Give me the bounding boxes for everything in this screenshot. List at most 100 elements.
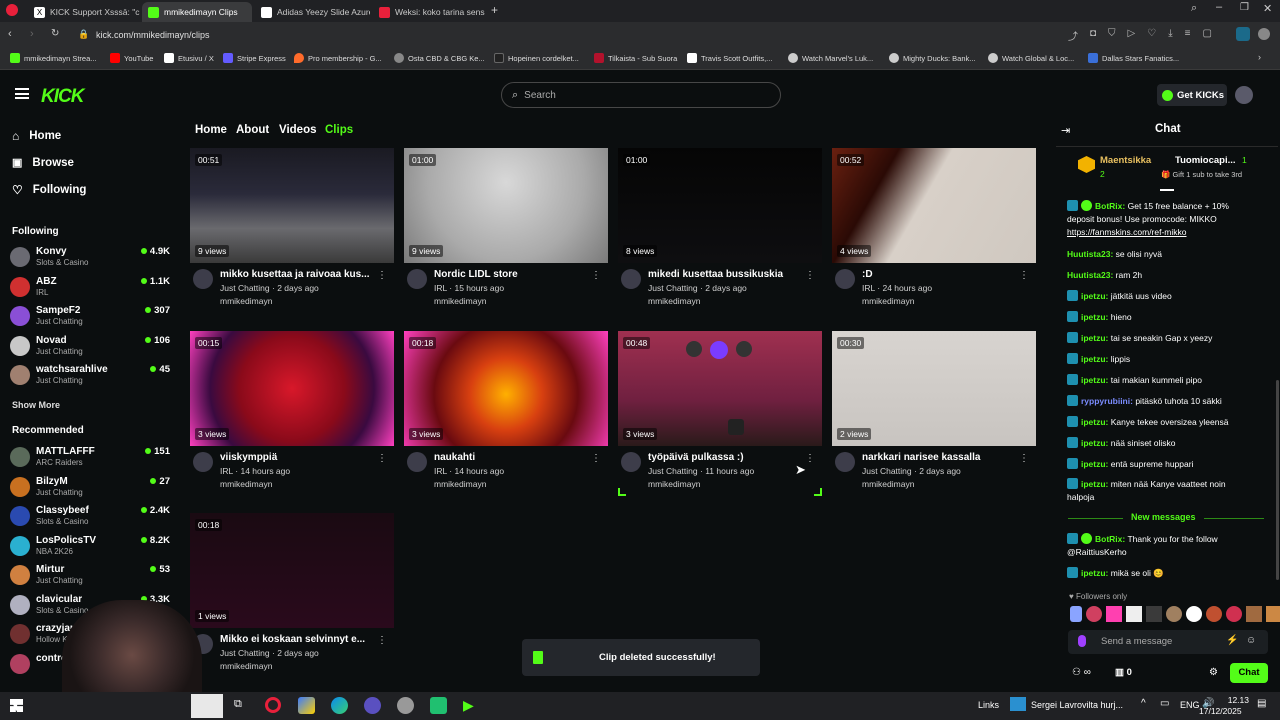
- channel-avatar[interactable]: [835, 452, 855, 472]
- emote-icon[interactable]: [1206, 606, 1222, 622]
- channel-avatar[interactable]: [621, 269, 641, 289]
- chat-settings-users-icon[interactable]: ⚇ ∞: [1072, 667, 1091, 678]
- bookmark[interactable]: Osta CBD & CBG Ke...: [394, 53, 485, 63]
- clip-card[interactable]: 00:18 3 views naukahti IRL · 14 hours ago mm…: [404, 331, 608, 497]
- kick-emote-icon[interactable]: ⚡: [1226, 635, 1238, 646]
- clip-channel[interactable]: mmikedimayn: [862, 296, 914, 306]
- channel-row[interactable]: MATTLAFFF ARC Raiders 151: [10, 443, 170, 469]
- channel-row[interactable]: Novad Just Chatting 106: [10, 332, 170, 358]
- tab-about[interactable]: About: [236, 124, 269, 136]
- links-toolbar[interactable]: Links: [978, 700, 999, 710]
- minimize-icon[interactable]: –: [1216, 1, 1222, 13]
- channel-avatar[interactable]: [407, 269, 427, 289]
- clip-thumbnail[interactable]: 00:18 3 views: [404, 331, 608, 446]
- notifications-icon[interactable]: ▤: [1257, 698, 1266, 709]
- chat-username[interactable]: ipetzu:: [1081, 354, 1108, 364]
- more-options-icon[interactable]: ⋮: [1019, 270, 1029, 281]
- play-icon[interactable]: ▷: [1128, 28, 1136, 43]
- channel-row[interactable]: BilzyM Just Chatting 27: [10, 473, 170, 499]
- clip-title[interactable]: mikedi kusettaa bussikuskia: [648, 269, 798, 280]
- bookmark[interactable]: Tilkaista - Sub Suora: [594, 53, 677, 63]
- clip-thumbnail[interactable]: 01:00 9 views: [404, 148, 608, 263]
- chat-username[interactable]: ipetzu:: [1081, 438, 1108, 448]
- bookmarks-more-icon[interactable]: ›: [1258, 52, 1261, 62]
- clip-channel[interactable]: mmikedimayn: [434, 479, 486, 489]
- chat-username[interactable]: ipetzu:: [1081, 291, 1108, 301]
- channel-row[interactable]: LosPolicsTV NBA 2K26 8.2K: [10, 532, 170, 558]
- channel-row[interactable]: Classybeef Slots & Casino 2.4K: [10, 502, 170, 528]
- nav-browse[interactable]: ▣ Browse: [12, 156, 74, 170]
- clip-card[interactable]: 00:51 9 views mikko kusettaa ja raivoaa ku…: [190, 148, 394, 314]
- clip-category[interactable]: Just Chatting: [648, 283, 698, 293]
- volume-icon[interactable]: [728, 419, 744, 435]
- chat-username[interactable]: ipetzu:: [1081, 479, 1108, 489]
- clip-channel[interactable]: mmikedimayn: [220, 661, 272, 671]
- clip-category[interactable]: Just Chatting: [220, 648, 270, 658]
- more-options-icon[interactable]: ⋮: [591, 270, 601, 281]
- search-box-icon[interactable]: [191, 694, 223, 718]
- edge-icon[interactable]: [331, 697, 348, 714]
- browser-tab-2[interactable]: mmikedimayn Clips: [142, 2, 252, 22]
- chat-input[interactable]: Send a message ⚡ ☺: [1068, 630, 1268, 654]
- new-tab-icon[interactable]: +: [491, 3, 498, 17]
- clip-category[interactable]: IRL: [434, 466, 447, 476]
- skip-icon[interactable]: [736, 341, 752, 357]
- clip-channel[interactable]: mmikedimayn: [862, 479, 914, 489]
- bookmark[interactable]: Dallas Stars Fanatics...: [1088, 53, 1179, 63]
- network-icon[interactable]: ▭: [1160, 698, 1169, 709]
- url-field[interactable]: kick.com/mmikedimayn/clips: [96, 30, 210, 40]
- shield-icon[interactable]: ⛉: [1108, 28, 1116, 43]
- clip-channel[interactable]: mmikedimayn: [220, 296, 272, 306]
- chat-username[interactable]: ipetzu:: [1081, 375, 1108, 385]
- bookmark[interactable]: mmikedimayn Strea...: [10, 53, 97, 63]
- send-chat-button[interactable]: Chat: [1230, 663, 1268, 683]
- bookmark[interactable]: Pro membership - G...: [294, 53, 382, 63]
- reload-icon[interactable]: ↻: [51, 28, 59, 39]
- opera-taskbar-icon[interactable]: [265, 697, 281, 713]
- sparkle-icon[interactable]: [710, 341, 728, 359]
- channel-row[interactable]: Mirtur Just Chatting 53: [10, 561, 170, 587]
- clip-channel[interactable]: mmikedimayn: [434, 296, 486, 306]
- clip-card[interactable]: 01:00 9 views Nordic LIDL store IRL · 15 ho…: [404, 148, 608, 314]
- clip-title[interactable]: Mikko ei koskaan selvinnyt e...: [220, 634, 370, 645]
- clip-thumbnail[interactable]: 00:30 2 views: [832, 331, 1036, 446]
- emote-icon[interactable]: [1246, 606, 1262, 622]
- more-options-icon[interactable]: ⋮: [377, 635, 387, 646]
- download-icon[interactable]: ⤓: [1168, 28, 1172, 43]
- clip-category[interactable]: IRL: [434, 283, 447, 293]
- app-taskbar-icon[interactable]: [298, 697, 315, 714]
- clip-channel[interactable]: mmikedimayn: [220, 479, 272, 489]
- clock-time[interactable]: 12.13: [1213, 695, 1249, 705]
- channel-row[interactable]: SampeF2 Just Chatting 307: [10, 302, 170, 328]
- channel-row[interactable]: ABZ IRL 1.1K: [10, 273, 170, 299]
- clip-card[interactable]: 00:30 2 views narkkari narisee kassalla Jus…: [832, 331, 1036, 497]
- search-input[interactable]: ⌕ Search: [501, 82, 781, 108]
- clip-category[interactable]: IRL: [220, 466, 233, 476]
- emote-icon[interactable]: [1186, 606, 1202, 622]
- microphone-icon[interactable]: [1078, 635, 1086, 647]
- chat-username[interactable]: ipetzu:: [1081, 312, 1108, 322]
- clip-thumbnail[interactable]: 00:52 4 views: [832, 148, 1036, 263]
- emote-icon[interactable]: [1126, 606, 1142, 622]
- emoji-icon[interactable]: ☺: [1246, 635, 1256, 646]
- camera-icon[interactable]: ◘: [1090, 28, 1096, 43]
- tray-chevron-icon[interactable]: ^: [1141, 698, 1146, 709]
- more-options-icon[interactable]: ⋮: [805, 453, 815, 464]
- app-taskbar-icon[interactable]: ▶: [463, 697, 474, 714]
- search-tabs-icon[interactable]: ⌕: [1191, 2, 1197, 15]
- bookmark[interactable]: Etusivu / X: [164, 53, 214, 63]
- app-taskbar-icon[interactable]: [397, 697, 414, 714]
- settings-gear-icon[interactable]: ⚙: [1209, 667, 1218, 678]
- bookmark[interactable]: Watch Marvel's Luk...: [788, 53, 873, 63]
- clip-card[interactable]: 00:18 1 views Mikko ei koskaan selvinnyt e…: [190, 513, 394, 679]
- share-icon[interactable]: ⤴: [1068, 28, 1078, 43]
- back-icon[interactable]: ‹: [8, 28, 12, 40]
- bookmark[interactable]: Stripe Express: [223, 53, 286, 63]
- clip-title[interactable]: Nordic LIDL store: [434, 269, 584, 280]
- clip-channel[interactable]: mmikedimayn: [648, 479, 700, 489]
- more-options-icon[interactable]: ⋮: [377, 270, 387, 281]
- emote-icon[interactable]: [1226, 606, 1242, 622]
- news-icon[interactable]: [1010, 697, 1026, 711]
- clip-thumbnail[interactable]: 00:15 3 views: [190, 331, 394, 446]
- bookmark[interactable]: Watch Global & Loc...: [988, 53, 1074, 63]
